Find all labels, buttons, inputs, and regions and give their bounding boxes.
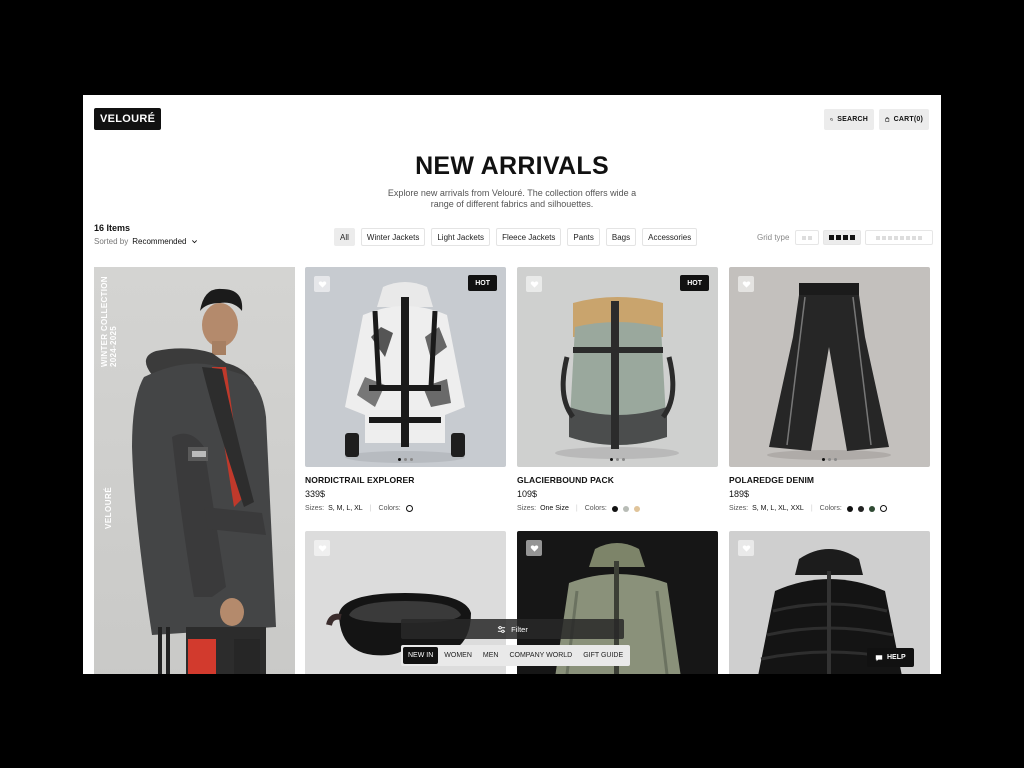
grid-type-label: Grid type [757,233,790,242]
grid-4-columns-option[interactable] [823,230,862,245]
model-in-jacket-image [132,288,276,674]
hero-brand-label: VELOURÉ [104,486,113,529]
chat-bubble-icon [875,654,883,661]
product-card-nordictrail[interactable]: HOT [305,267,506,467]
image-carousel-dots[interactable] [729,458,930,461]
heart-icon [742,280,750,288]
store-page: VELOURÉ SEARCH CART(0) NEW ARRIVALS Expl… [83,95,941,674]
grid-8-columns-option[interactable] [865,230,934,245]
heart-icon [530,544,538,552]
favorite-button[interactable] [526,276,542,292]
product-price: 109$ [517,489,538,499]
search-icon [830,118,834,121]
filter-button[interactable]: Filter [401,619,624,639]
sizes-value: S, M, L, XL [328,505,363,512]
product-price: 339$ [305,489,326,499]
feature-collection-banner[interactable]: WINTER COLLECTION 2024-2025 VELOURÉ [94,267,295,674]
color-swatch-white[interactable] [405,505,413,512]
heart-icon [318,544,326,552]
nav-women[interactable]: WOMEN [439,647,477,664]
heart-icon [318,280,326,288]
filter-light-jackets[interactable]: Light Jackets [431,228,491,246]
grid-type-selector: Grid type [757,230,934,245]
sort-dropdown[interactable]: Sorted by Recommended [94,237,198,246]
filter-fleece-jackets[interactable]: Fleece Jackets [496,228,562,246]
favorite-button[interactable] [738,276,754,292]
product-meta: Sizes: S, M, L, XL | Colors: [305,505,506,512]
color-swatch-black[interactable] [846,505,853,512]
backpack-image [555,297,679,459]
item-count: 16 Items [94,223,131,233]
grid-2-columns-option[interactable] [795,230,820,245]
product-info-glacierbound: GLACIERBOUND PACK 109$ Sizes: One Size |… [517,475,718,512]
sizes-label: Sizes: [729,505,749,512]
color-swatch-charcoal[interactable] [857,505,864,512]
color-swatch-black[interactable] [611,505,618,512]
sizes-value: One Size [540,505,569,512]
product-card-glacierbound[interactable]: HOT [517,267,718,467]
cart-button[interactable]: CART(0) [879,109,929,130]
favorite-button[interactable] [738,540,754,556]
product-meta: Sizes: One Size | Colors: [517,505,718,512]
nav-new-in[interactable]: NEW IN [403,647,439,664]
search-button[interactable]: SEARCH [824,109,874,130]
product-name[interactable]: GLACIERBOUND PACK [517,475,718,485]
colors-label: Colors: [819,505,842,512]
heart-icon [530,280,538,288]
colors-label: Colors: [584,505,607,512]
image-carousel-dots[interactable] [517,458,718,461]
collection-label: WINTER COLLECTION 2024-2025 [100,276,118,367]
hot-badge: HOT [468,275,497,291]
search-label: SEARCH [837,116,868,123]
page-subtitle: Explore new arrivals from Velouré. The c… [387,188,637,209]
filter-bags[interactable]: Bags [605,228,637,246]
color-swatch-tan[interactable] [633,505,640,512]
nav-men[interactable]: MEN [478,647,504,664]
hot-badge: HOT [680,275,709,291]
product-info-polaredge: POLAREDGE DENIM 189$ Sizes: S, M, L, XL,… [729,475,930,512]
favorite-button[interactable] [526,540,542,556]
color-swatch-green[interactable] [868,505,875,512]
color-swatch-white[interactable] [879,505,887,512]
logo-text: VELOURÉ [100,113,156,125]
filter-winter-jackets[interactable]: Winter Jackets [360,228,426,246]
sizes-label: Sizes: [305,505,325,512]
page-title: NEW ARRIVALS [415,152,609,180]
sort-label: Sorted by [94,237,129,246]
filter-sliders-icon [498,625,506,633]
puffer-jacket-image [345,282,465,463]
sort-value: Recommended [132,237,187,246]
product-card-polaredge[interactable] [729,267,930,467]
help-label: HELP [887,654,906,661]
wide-leg-pants-image [767,283,891,460]
filter-label: Filter [511,624,528,634]
image-carousel-dots[interactable] [305,458,506,461]
shopping-bag-icon [885,117,890,122]
help-button[interactable]: HELP [867,648,914,667]
color-swatch-grey[interactable] [622,505,629,512]
cart-label: CART(0) [893,116,923,123]
heart-icon [742,544,750,552]
nav-gift-guide[interactable]: GIFT GUIDE [578,647,628,664]
nav-company-world[interactable]: COMPANY WORLD [504,647,577,664]
bottom-category-nav: NEW IN WOMEN MEN COMPANY WORLD GIFT GUID… [401,645,631,666]
product-info-nordictrail: NORDICTRAIL EXPLORER 339$ Sizes: S, M, L… [305,475,506,512]
product-name[interactable]: POLAREDGE DENIM [729,475,930,485]
filter-all[interactable]: All [334,228,355,246]
chevron-down-icon [191,240,197,244]
category-filters: All Winter Jackets Light Jackets Fleece … [334,228,698,246]
product-price: 189$ [729,489,750,499]
brand-logo[interactable]: VELOURÉ [94,108,162,130]
sizes-value: S, M, L, XL, XXL [752,505,804,512]
filter-pants[interactable]: Pants [567,228,600,246]
favorite-button[interactable] [314,276,330,292]
product-meta: Sizes: S, M, L, XL, XXL | Colors: [729,505,930,512]
product-name[interactable]: NORDICTRAIL EXPLORER [305,475,506,485]
colors-label: Colors: [378,505,401,512]
favorite-button[interactable] [314,540,330,556]
sizes-label: Sizes: [517,505,537,512]
filter-accessories[interactable]: Accessories [642,228,698,246]
